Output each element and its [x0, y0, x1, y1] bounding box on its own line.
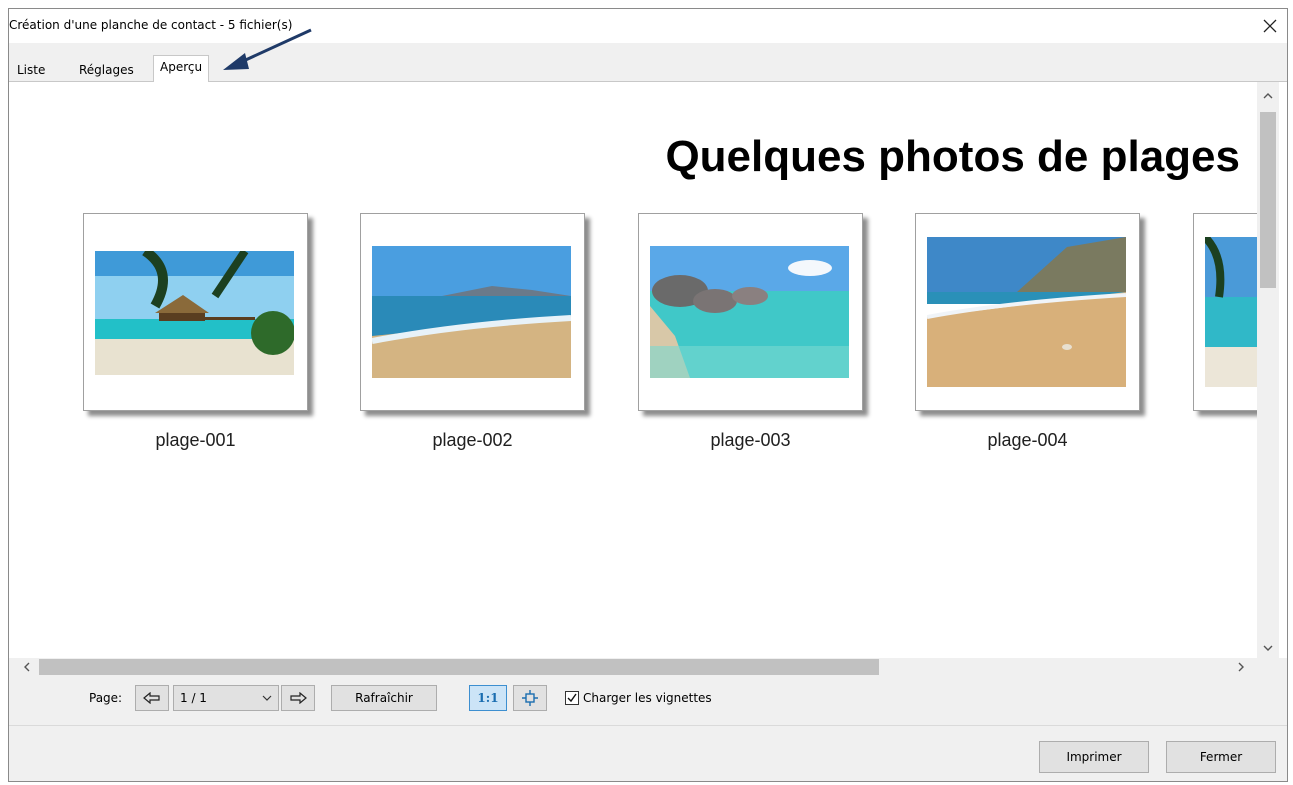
thumbnail-frame — [915, 213, 1140, 411]
beach-photo-icon — [372, 246, 571, 378]
thumbnail-frame — [1193, 213, 1257, 411]
vertical-scroll-thumb[interactable] — [1260, 112, 1276, 288]
scroll-left-icon[interactable] — [19, 659, 35, 675]
zoom-1to1-button[interactable]: 1:1 — [469, 685, 507, 711]
contact-sheet-dialog: Création d'une planche de contact - 5 fi… — [8, 8, 1288, 782]
tab-label: Réglages — [79, 63, 134, 77]
preview-panel: Quelques photos de plages plage-001 plag… — [9, 81, 1287, 676]
title-bar: Création d'une planche de contact - 5 fi… — [9, 9, 1287, 43]
refresh-button-label: Rafraîchir — [355, 691, 413, 705]
arrow-left-icon — [143, 692, 160, 704]
thumbnail-label: plage-003 — [710, 430, 791, 450]
beach-photo-icon — [927, 237, 1126, 387]
beach-photo-icon — [95, 251, 294, 375]
fit-to-window-button[interactable] — [513, 685, 547, 711]
scroll-up-icon[interactable] — [1260, 88, 1276, 104]
chevron-down-icon — [262, 695, 272, 701]
thumbnail-label: plage-002 — [432, 430, 513, 450]
thumbnail-label: plage-001 — [155, 430, 236, 450]
fit-window-icon — [522, 690, 538, 706]
horizontal-scrollbar[interactable] — [9, 658, 1257, 676]
close-window-button[interactable] — [1253, 9, 1287, 43]
refresh-button[interactable]: Rafraîchir — [331, 685, 437, 711]
close-icon — [1263, 19, 1277, 33]
print-button-label: Imprimer — [1066, 750, 1122, 764]
print-button[interactable]: Imprimer — [1039, 741, 1149, 773]
thumbnail-label: plage-004 — [987, 430, 1068, 450]
scroll-down-icon[interactable] — [1260, 640, 1276, 656]
close-button[interactable]: Fermer — [1166, 741, 1276, 773]
previous-page-button[interactable] — [135, 685, 169, 711]
checkmark-icon — [567, 693, 577, 703]
beach-photo-icon — [650, 246, 849, 378]
close-button-label: Fermer — [1199, 750, 1243, 764]
tab-label: Liste — [17, 63, 46, 77]
next-page-button[interactable] — [281, 685, 315, 711]
page-select[interactable]: 1 / 1 — [173, 685, 279, 711]
tab-bar: Liste Réglages Aperçu — [9, 55, 1287, 82]
vertical-scrollbar[interactable] — [1257, 82, 1279, 658]
load-thumbnails-label[interactable]: Charger les vignettes — [583, 691, 712, 705]
tab-liste[interactable]: Liste — [11, 59, 51, 81]
thumbnail-frame — [83, 213, 308, 411]
tab-label: Aperçu — [160, 60, 203, 74]
zoom-1to1-label: 1:1 — [477, 691, 499, 705]
arrow-right-icon — [290, 692, 307, 704]
thumbnail-frame — [638, 213, 863, 411]
beach-photo-icon — [1205, 237, 1257, 387]
page-label: Page: — [89, 691, 123, 705]
tab-reglages[interactable]: Réglages — [73, 59, 140, 81]
load-thumbnails-checkbox[interactable] — [565, 691, 579, 705]
page-heading: Quelques photos de plages — [665, 132, 1240, 181]
thumbnail-frame — [360, 213, 585, 411]
page-select-value: 1 / 1 — [180, 691, 207, 705]
scroll-right-icon[interactable] — [1233, 659, 1249, 675]
tab-apercu[interactable]: Aperçu — [153, 55, 210, 82]
dialog-footer: Imprimer Fermer — [9, 726, 1287, 781]
horizontal-scroll-thumb[interactable] — [39, 659, 879, 675]
preview-toolbar: Page: 1 / 1 Rafraîchir 1:1 Charger les v… — [9, 679, 1287, 721]
preview-canvas: Quelques photos de plages plage-001 plag… — [9, 82, 1257, 650]
